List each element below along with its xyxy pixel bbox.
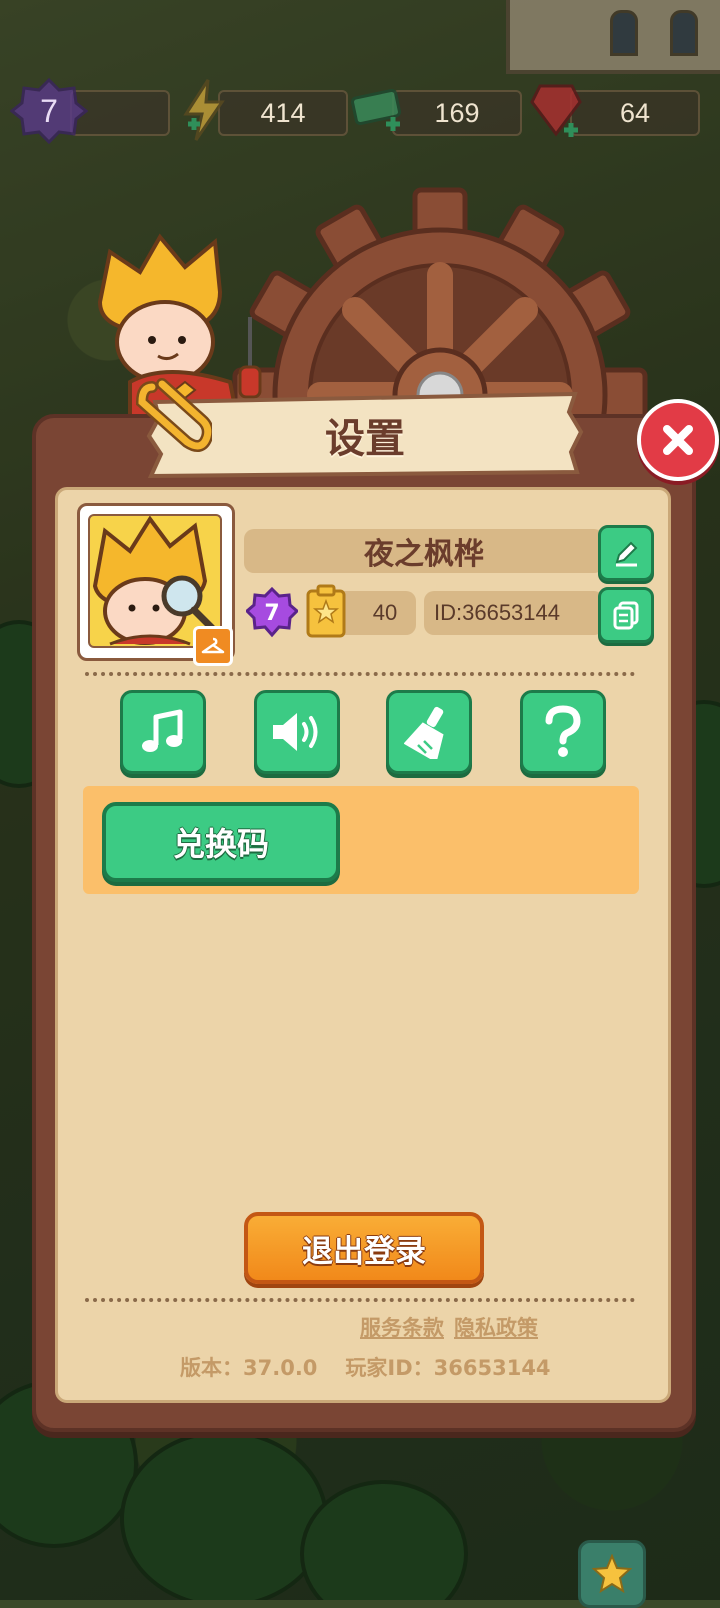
player-id-field: ID:36653144 [424, 591, 604, 635]
music-toggle-button[interactable] [120, 690, 206, 774]
nickname-field: 夜之枫桦 [244, 529, 604, 573]
terms-of-service-link[interactable]: 服务条款 [360, 1312, 444, 1342]
redeem-code-button[interactable]: 兑换码 [102, 802, 340, 882]
player-level-value: 7 [40, 92, 58, 129]
gem-value: 64 [619, 97, 651, 128]
collection-counter: 40 [344, 591, 416, 635]
energy-counter[interactable]: 414 [218, 90, 348, 136]
close-button[interactable] [637, 399, 719, 481]
clear-cache-button[interactable] [386, 690, 472, 774]
edit-nickname-button[interactable] [598, 525, 654, 581]
player-id-text: ID:36653144 [434, 600, 560, 625]
divider [85, 1298, 635, 1302]
logout-button[interactable]: 退出登录 [244, 1212, 484, 1284]
legal-links: 服务条款 隐私政策 [360, 1312, 538, 1342]
profile-level-badge: 7 [244, 586, 300, 639]
hanger-icon [201, 637, 225, 654]
ruby-icon [530, 84, 582, 137]
star-icon [592, 1554, 632, 1594]
change-outfit-button[interactable] [193, 626, 233, 666]
music-icon [142, 709, 183, 752]
version-info: 版本：37.0.0 玩家ID：36653144 [180, 1352, 551, 1382]
star-button[interactable] [578, 1540, 646, 1608]
question-icon [545, 705, 581, 757]
player-level-badge[interactable]: 7 [9, 77, 89, 145]
copy-icon [613, 601, 639, 630]
sound-toggle-button[interactable] [254, 690, 340, 774]
version-text: 版本：37.0.0 [180, 1356, 318, 1380]
energy-value: 414 [260, 97, 306, 128]
cash-icon [351, 88, 401, 131]
cash-counter[interactable]: 169 [392, 90, 522, 136]
paperclip-icon [135, 378, 212, 452]
logout-label: 退出登录 [302, 1233, 426, 1270]
copy-id-button[interactable] [598, 587, 654, 643]
cash-value: 169 [434, 97, 480, 128]
player-id-footer: 玩家ID：36653144 [345, 1356, 551, 1380]
pencil-icon [615, 541, 638, 567]
lightning-icon [183, 79, 225, 141]
divider [85, 672, 635, 676]
redeem-code-label: 兑换码 [172, 825, 269, 863]
gem-counter[interactable]: 64 [570, 90, 700, 136]
speaker-icon [273, 713, 318, 751]
close-icon [663, 425, 693, 455]
clipboard-star-icon [306, 584, 346, 638]
help-button[interactable] [520, 690, 606, 774]
broom-icon [404, 706, 444, 759]
privacy-policy-link[interactable]: 隐私政策 [454, 1312, 538, 1342]
profile-level-value: 7 [264, 600, 280, 626]
nickname-text: 夜之枫桦 [364, 537, 484, 572]
collection-count: 40 [372, 600, 398, 625]
